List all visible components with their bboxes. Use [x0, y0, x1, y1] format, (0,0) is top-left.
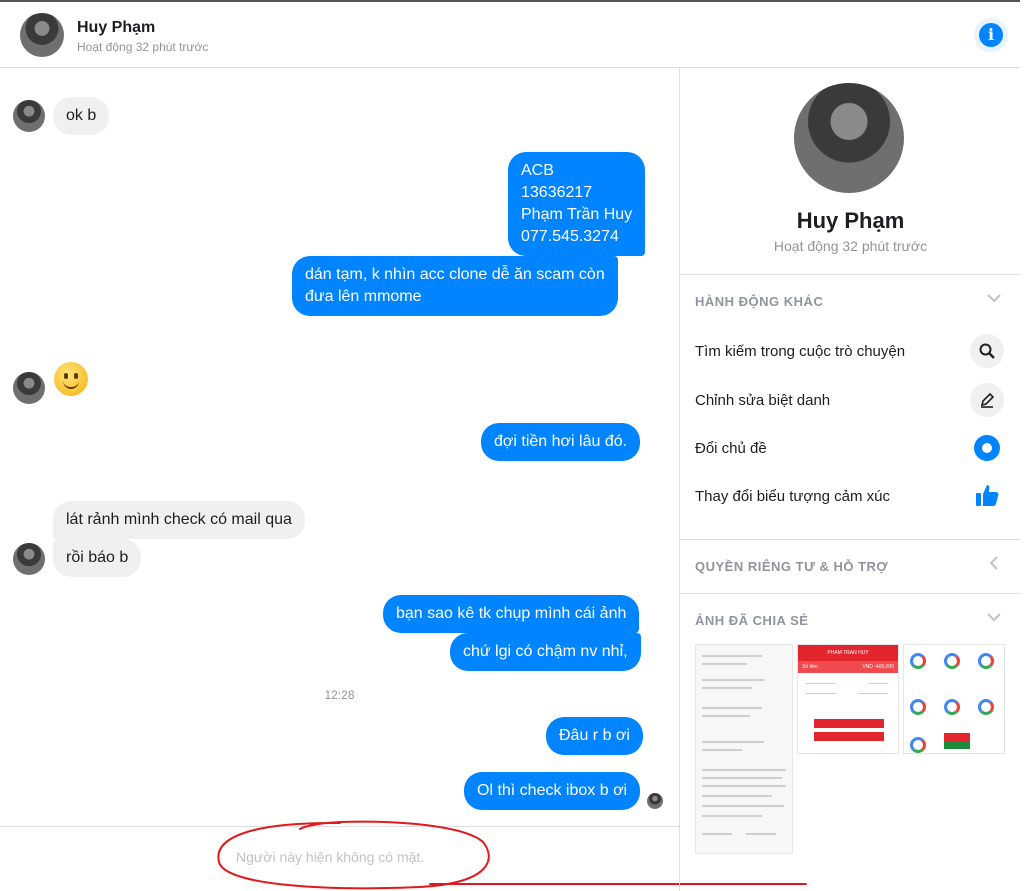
info-sidebar: Huy Phạm Hoạt động 32 phút trước HÀNH ĐỘ… [679, 68, 1021, 891]
chevron-down-icon[interactable] [987, 291, 1001, 305]
chevron-down-icon[interactable] [987, 610, 1001, 624]
chevron-left-icon[interactable] [987, 556, 1001, 570]
message-outgoing[interactable]: bạn sao kê tk chụp mình cái ảnh [383, 595, 640, 633]
message-outgoing[interactable]: Ol thì check ibox b ơi [464, 772, 641, 810]
shared-photos-grid: PHAM TRAN HUY Số tiền VND -400,000 [695, 644, 1005, 854]
contact-status: Hoạt động 32 phút trước [77, 40, 209, 54]
profile-name[interactable]: Huy Phạm [680, 208, 1021, 234]
conversation-header: Huy Phạm Hoạt động 32 phút trước i [0, 0, 1020, 68]
section-title: ẢNH ĐÃ CHIA SẺ [695, 613, 809, 628]
shared-photo[interactable] [903, 644, 1005, 754]
shared-photo[interactable] [695, 644, 793, 854]
photo-header: PHAM TRAN HUY [798, 645, 898, 661]
photo-field: Số tiền [802, 664, 818, 670]
info-button[interactable]: i [974, 18, 1008, 52]
profile-avatar[interactable] [794, 83, 904, 193]
avatar[interactable] [13, 100, 45, 132]
section-more-actions[interactable]: HÀNH ĐỘNG KHÁC [680, 274, 1021, 324]
shared-photo[interactable]: PHAM TRAN HUY Số tiền VND -400,000 [797, 644, 899, 754]
search-icon[interactable] [970, 334, 1004, 368]
pencil-icon[interactable] [970, 383, 1004, 417]
smile-emoji-icon[interactable] [54, 362, 88, 396]
section-title: QUYỀN RIÊNG TƯ & HỖ TRỢ [695, 559, 888, 574]
action-theme[interactable]: Đổi chủ đề [695, 440, 767, 457]
profile-status: Hoạt động 32 phút trước [773, 238, 928, 254]
message-outgoing[interactable]: đợi tiền hơi lâu đó. [481, 423, 641, 461]
message-incoming[interactable]: lát rảnh mình check có mail qua [53, 501, 305, 539]
composer-placeholder: Người này hiện không có mặt. [236, 849, 425, 865]
avatar[interactable] [13, 372, 45, 404]
contact-name[interactable]: Huy Phạm [77, 19, 155, 37]
composer: Người này hiện không có mặt. [0, 826, 679, 891]
message-outgoing[interactable]: dán tạm, k nhìn acc clone dễ ăn scam còn… [292, 256, 618, 316]
section-title: HÀNH ĐỘNG KHÁC [695, 294, 824, 309]
info-icon: i [979, 23, 1003, 47]
message-incoming[interactable]: rồi báo b [53, 539, 142, 577]
avatar[interactable] [13, 543, 45, 575]
avatar[interactable] [20, 13, 64, 57]
section-privacy[interactable]: QUYỀN RIÊNG TƯ & HỖ TRỢ [680, 539, 1021, 589]
message-outgoing[interactable]: ACB 13636217 Phạm Trần Huy 077.545.3274 [508, 152, 646, 256]
action-nickname[interactable]: Chỉnh sửa biệt danh [695, 392, 830, 409]
message-outgoing[interactable]: chứ lgi có chậm nv nhỉ, [450, 633, 641, 671]
photo-amount: VND -400,000 [862, 664, 894, 670]
theme-icon[interactable] [970, 431, 1004, 465]
action-search[interactable]: Tìm kiếm trong cuộc trò chuyện [695, 343, 905, 360]
timestamp: 12:28 [324, 688, 355, 702]
message-outgoing[interactable]: Đâu r b ơi [546, 717, 643, 755]
thumbs-up-icon[interactable] [970, 478, 1004, 512]
message-incoming[interactable]: ok b [53, 97, 110, 135]
action-emoji[interactable]: Thay đổi biểu tượng cảm xúc [695, 488, 890, 505]
seen-avatar [647, 793, 663, 809]
photo-amount-row: Số tiền VND -400,000 [798, 661, 898, 673]
section-shared-photos[interactable]: ẢNH ĐÃ CHIA SẺ [680, 593, 1021, 643]
